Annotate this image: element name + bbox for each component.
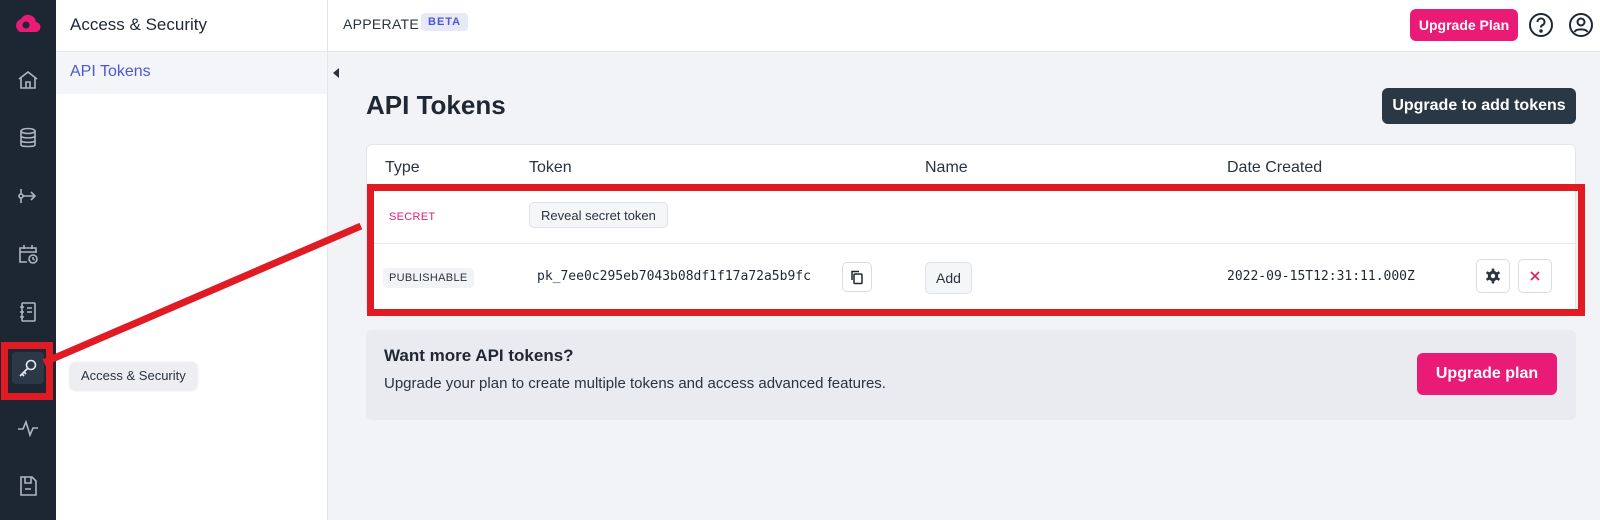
app-brand: APPERATE: [343, 16, 420, 32]
sidebar-item-api-tokens[interactable]: API Tokens: [56, 52, 327, 94]
column-header-name: Name: [925, 159, 968, 176]
help-icon[interactable]: [1528, 12, 1554, 38]
upgrade-promo-banner: Want more API tokens? Upgrade your plan …: [366, 330, 1576, 420]
annotation-highlight-tokens: [367, 184, 1585, 316]
route-icon[interactable]: [12, 180, 44, 212]
account-icon[interactable]: [1568, 12, 1594, 38]
notebook-icon[interactable]: [12, 296, 44, 328]
activity-icon[interactable]: [12, 412, 44, 444]
icon-rail: [0, 0, 56, 520]
collapse-sidebar-icon[interactable]: [333, 68, 339, 78]
database-icon[interactable]: [12, 122, 44, 154]
promo-upgrade-plan-button[interactable]: Upgrade plan: [1417, 353, 1557, 395]
annotation-highlight-key: [1, 342, 53, 400]
cloud-logo-icon[interactable]: [12, 10, 42, 40]
column-header-date-created: Date Created: [1227, 159, 1323, 176]
top-bar: APPERATE BETA Upgrade Plan: [328, 0, 1600, 52]
save-icon[interactable]: [12, 470, 44, 502]
upgrade-plan-button[interactable]: Upgrade Plan: [1410, 9, 1518, 41]
column-header-token: Token: [529, 159, 572, 176]
rail-tooltip: Access & Security: [70, 362, 197, 389]
promo-description: Upgrade your plan to create multiple tok…: [384, 375, 886, 392]
beta-badge: BETA: [421, 13, 469, 31]
upgrade-to-add-tokens-button[interactable]: Upgrade to add tokens: [1382, 88, 1576, 124]
sidebar-section-title: Access & Security: [56, 0, 327, 52]
calendar-clock-icon[interactable]: [12, 238, 44, 270]
page-title: API Tokens: [366, 90, 506, 120]
column-header-type: Type: [385, 159, 420, 176]
promo-title: Want more API tokens?: [384, 346, 574, 365]
home-icon[interactable]: [12, 64, 44, 96]
